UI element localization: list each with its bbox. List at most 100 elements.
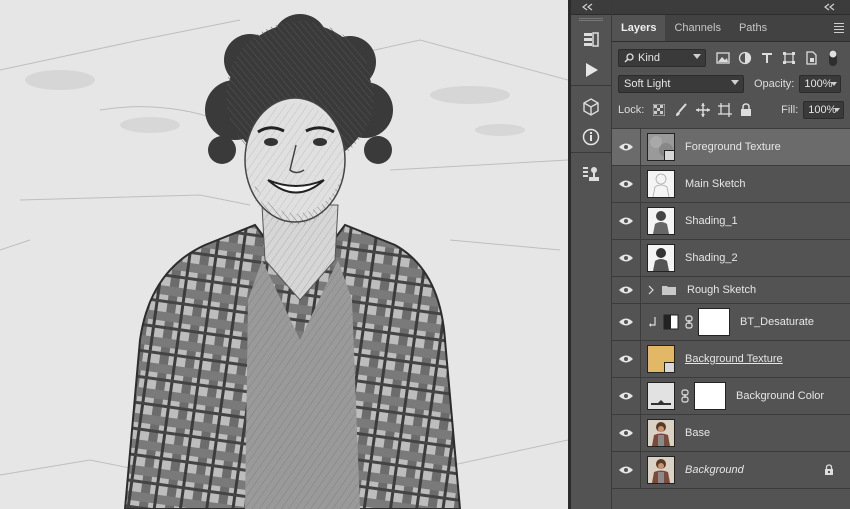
visibility-toggle[interactable] — [612, 341, 641, 377]
layer-row[interactable]: Background — [612, 452, 850, 489]
layer-thumbnail[interactable] — [647, 133, 675, 161]
actions-button[interactable] — [571, 55, 611, 85]
blend-mode-dropdown[interactable]: Soft Light — [618, 75, 744, 93]
layer-name[interactable]: Background Color — [736, 390, 824, 402]
filter-row: Kind — [612, 45, 850, 71]
layer-group-row[interactable]: Rough Sketch — [612, 277, 850, 304]
opacity-field[interactable]: 100% — [799, 75, 842, 93]
filter-toggle-switch[interactable] — [826, 50, 840, 66]
visibility-toggle[interactable] — [612, 129, 641, 165]
photo-thumb-image — [648, 420, 674, 446]
tab-channels[interactable]: Channels — [665, 15, 729, 41]
brush-icon — [675, 103, 687, 116]
layer-name[interactable]: Shading_1 — [685, 215, 738, 227]
visibility-toggle[interactable] — [612, 378, 641, 414]
strip-grip[interactable] — [579, 18, 603, 21]
tab-layers[interactable]: Layers — [612, 15, 666, 41]
layer-row[interactable]: BT_Desaturate — [612, 304, 850, 341]
opacity-caret-icon[interactable] — [831, 82, 838, 86]
layer-thumbnail[interactable] — [647, 244, 675, 272]
layer-thumbnail[interactable] — [647, 170, 675, 198]
layer-row[interactable]: Foreground Texture — [612, 129, 850, 166]
fill-caret-icon[interactable] — [834, 108, 840, 112]
lock-artboard-button[interactable] — [717, 103, 732, 117]
layer-row[interactable]: Shading_2 — [612, 240, 850, 277]
panel-collapse-bar[interactable] — [612, 0, 850, 15]
history-icon — [584, 32, 599, 47]
layer-name[interactable]: Main Sketch — [685, 178, 746, 190]
filter-kind-dropdown[interactable]: Kind — [618, 49, 706, 67]
info-button[interactable] — [571, 122, 611, 152]
layer-row[interactable]: Background Texture — [612, 341, 850, 378]
layer-row[interactable]: Background Color — [612, 378, 850, 415]
eye-icon — [619, 318, 633, 326]
visibility-toggle[interactable] — [612, 277, 641, 303]
visibility-toggle[interactable] — [612, 240, 641, 276]
layer-name[interactable]: Shading_2 — [685, 252, 738, 264]
history-button[interactable] — [571, 25, 611, 55]
filter-pixel-button[interactable] — [716, 51, 730, 65]
lock-position-button[interactable] — [695, 103, 710, 117]
filter-smart-object-button[interactable] — [804, 51, 818, 65]
strip-collapse-bar[interactable] — [571, 0, 611, 15]
layer-thumbnail[interactable] — [647, 345, 675, 373]
visibility-toggle[interactable] — [612, 415, 641, 451]
eye-icon — [619, 286, 633, 294]
layer-thumbnail[interactable] — [647, 456, 675, 484]
layer-thumbnail[interactable] — [647, 419, 675, 447]
panel-tabs: Layers Channels Paths — [612, 15, 850, 42]
layer-name[interactable]: Base — [685, 427, 710, 439]
sketch-artwork — [0, 0, 568, 509]
layer-thumbnail[interactable] — [647, 207, 675, 235]
eye-icon — [619, 180, 633, 188]
collapse-arrows-icon[interactable] — [571, 0, 611, 14]
layer-name[interactable]: Rough Sketch — [687, 284, 756, 296]
layer-mask-thumbnail[interactable] — [694, 382, 726, 410]
toggle-icon — [829, 50, 837, 66]
fill-field[interactable]: 100% — [803, 101, 844, 119]
document-canvas[interactable] — [0, 0, 568, 509]
fill-label: Fill: — [781, 104, 799, 116]
eye-icon — [619, 355, 633, 363]
layer-mask-thumbnail[interactable] — [698, 308, 730, 336]
visibility-toggle[interactable] — [612, 166, 641, 202]
layer-name[interactable]: Foreground Texture — [685, 141, 781, 153]
eye-icon — [619, 466, 633, 474]
layer-row[interactable]: Main Sketch — [612, 166, 850, 203]
type-icon — [762, 53, 772, 63]
panel-menu-icon[interactable] — [834, 23, 844, 35]
half-circle-icon — [738, 51, 752, 65]
lock-transparent-button[interactable] — [652, 103, 666, 117]
lock-all-button[interactable] — [740, 103, 753, 117]
layer-name[interactable]: BT_Desaturate — [740, 316, 814, 328]
visibility-toggle[interactable] — [612, 452, 641, 488]
layer-row[interactable]: Shading_1 — [612, 203, 850, 240]
filter-type-button[interactable] — [760, 51, 774, 65]
filter-adjustment-button[interactable] — [738, 51, 752, 65]
smart-object-icon — [806, 51, 817, 65]
blend-row: Soft Light Opacity: 100% — [612, 71, 850, 97]
fill-layer-thumbnail[interactable] — [647, 382, 675, 410]
chevron-right-icon[interactable] — [647, 285, 655, 295]
visibility-toggle[interactable] — [612, 203, 641, 239]
collapse-arrows-icon[interactable] — [822, 0, 842, 14]
layer-name[interactable]: Background Texture — [685, 353, 783, 365]
folder-icon — [662, 286, 676, 295]
clone-source-button[interactable] — [571, 159, 611, 189]
layer-name[interactable]: Background — [685, 464, 744, 476]
photo-thumb-image — [648, 457, 674, 483]
lock-icon[interactable] — [824, 464, 834, 476]
artboard-icon — [717, 103, 732, 117]
layer-row[interactable]: Base — [612, 415, 850, 452]
tab-paths[interactable]: Paths — [730, 15, 776, 41]
collapsed-panel-strip — [571, 0, 612, 509]
smart-object-badge-icon — [664, 362, 675, 373]
lock-pixels-button[interactable] — [674, 103, 688, 117]
sketch-thumb-image — [652, 173, 670, 198]
3d-button[interactable] — [571, 92, 611, 122]
visibility-toggle[interactable] — [612, 304, 641, 340]
filter-shape-button[interactable] — [782, 51, 796, 65]
smart-object-badge-icon — [664, 150, 675, 161]
lock-label: Lock: — [618, 104, 645, 116]
lock-row: Lock: Fill: 100% — [612, 97, 850, 123]
